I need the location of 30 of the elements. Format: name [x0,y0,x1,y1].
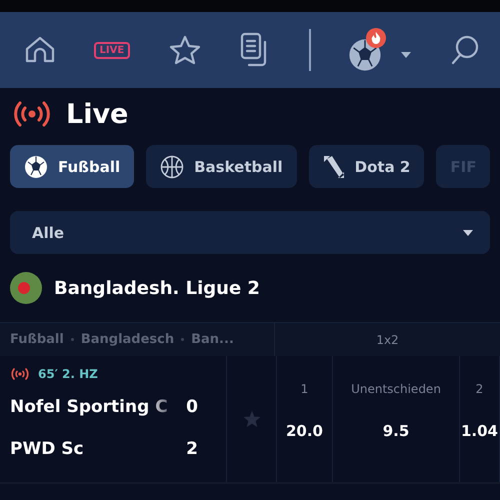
page-title: Live [66,98,128,130]
team-name: Nofel Sporting C [10,397,169,417]
filter-dropdown[interactable]: Alle [10,211,490,254]
flag-icon [10,272,42,304]
favorites-button[interactable] [168,34,202,66]
caret-icon [400,51,412,59]
basketball-icon [160,154,184,178]
odds-button[interactable]: 2 1.04 [460,356,500,482]
league-name: Bangladesh. Ligue 2 [54,278,260,298]
sport-tab[interactable]: Basketball [146,145,297,188]
odds-button[interactable]: 1 20.0 [277,356,333,482]
sport-tab[interactable]: Dota 2 [308,145,424,188]
odds-button[interactable]: Unentschieden 9.5 [333,356,460,482]
sport-tab[interactable]: Fußball [10,145,134,188]
separator-dot [70,338,74,341]
home-button[interactable] [24,35,56,65]
caret-icon [462,228,474,236]
team-name: PWD Sc [10,439,85,459]
team-score: 0 [186,397,198,417]
sport-selector[interactable] [348,28,412,72]
live-broadcast-icon [10,368,30,380]
star-icon[interactable] [242,410,260,428]
separator-dot [181,338,184,341]
football-icon [24,154,48,178]
breadcrumb: Fußball Bangladesch Ban... [0,323,275,356]
search-button[interactable] [450,34,480,66]
match-time: 65′ 2. HZ [38,367,98,381]
live-broadcast-icon [12,100,52,128]
market-label: 1x2 [375,332,400,348]
team-score: 2 [186,439,198,459]
